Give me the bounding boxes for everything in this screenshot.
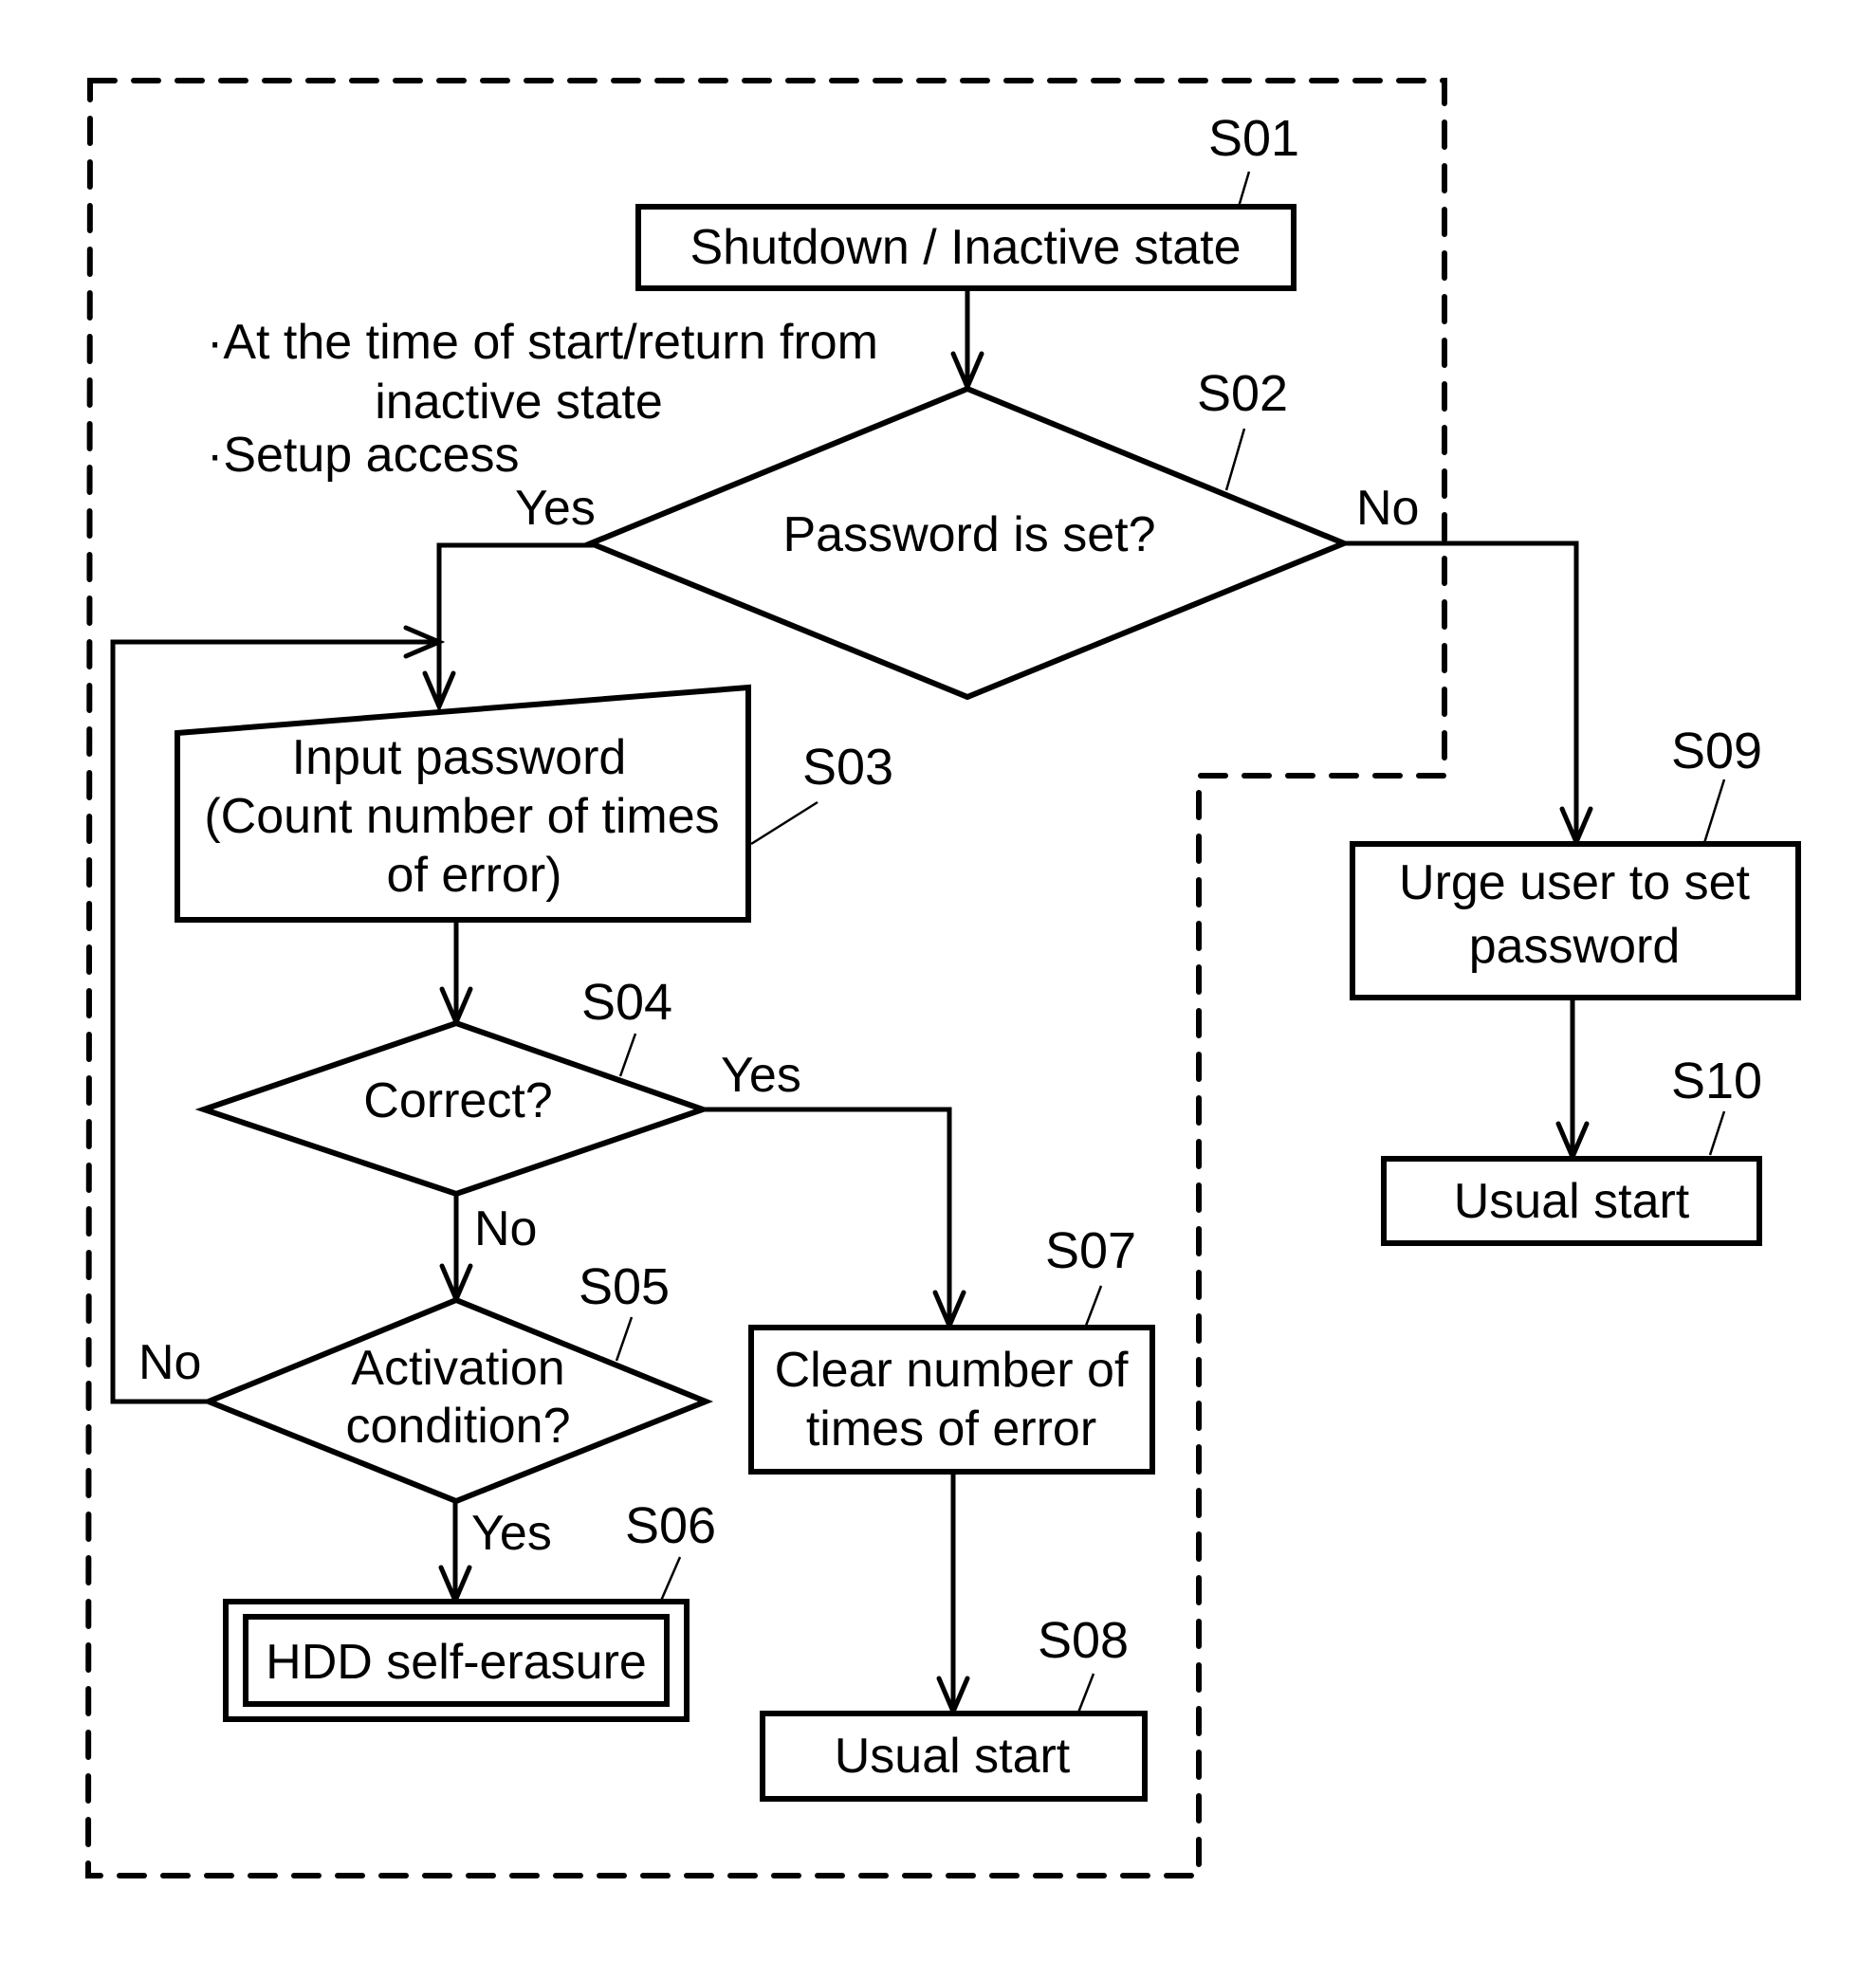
s02-leader <box>1224 428 1246 491</box>
s06-text: HDD self-erasure <box>266 1635 647 1690</box>
region-note: ·At the time of start/return from inacti… <box>207 315 878 483</box>
s09-leader <box>1702 779 1726 844</box>
step-s03: Input password (Count number of times of… <box>175 684 893 923</box>
s04-yes-label: Yes <box>721 1048 801 1103</box>
s04-text: Correct? <box>363 1073 552 1128</box>
s04-leader <box>618 1033 637 1077</box>
region-note-line-2: inactive state <box>375 375 663 430</box>
s10-leader <box>1708 1110 1726 1156</box>
s08-leader <box>1076 1673 1095 1713</box>
step-s04: Correct? S04 <box>194 974 712 1198</box>
edge-s02-s03: Yes <box>422 481 596 713</box>
s08-label: S08 <box>1038 1612 1129 1669</box>
s05-leader <box>615 1316 634 1362</box>
edge-s01-s02 <box>950 285 984 394</box>
s05-text-line-1: Activation <box>351 1341 564 1396</box>
s01-leader <box>1237 171 1251 208</box>
s07-text-line-2: times of error <box>806 1402 1096 1457</box>
s02-yes-label: Yes <box>515 481 596 536</box>
region-note-line-1: ·At the time of start/return from <box>207 315 878 370</box>
edge-s09-s10 <box>1555 995 1590 1164</box>
s01-text: Shutdown / Inactive state <box>690 220 1241 275</box>
s07-leader <box>1084 1285 1103 1327</box>
step-s01: Shutdown / Inactive state S01 <box>635 110 1299 291</box>
s04-no-label: No <box>474 1201 537 1256</box>
edge-s02-s09: No <box>1341 481 1593 849</box>
s08-text: Usual start <box>835 1729 1071 1784</box>
s03-text-line-3: of error) <box>387 848 562 903</box>
region-note-line-3: ·Setup access <box>207 428 520 483</box>
s10-text: Usual start <box>1454 1174 1690 1229</box>
s06-label: S06 <box>625 1497 716 1554</box>
s03-text-line-1: Input password <box>292 730 627 785</box>
s07-text-line-1: Clear number of <box>775 1343 1129 1398</box>
step-s02: Password is set? S02 <box>583 365 1352 701</box>
s06-leader <box>659 1556 682 1602</box>
edge-s04-s05: No <box>439 1191 537 1306</box>
edge-s07-s08 <box>936 1469 970 1718</box>
s02-text: Password is set? <box>782 507 1155 562</box>
edge-s04-s07: Yes <box>700 1048 966 1332</box>
s04-label: S04 <box>581 974 672 1031</box>
edge-s03-s04 <box>439 917 473 1029</box>
s09-text-line-1: Urge user to set <box>1399 855 1750 910</box>
s03-leader <box>750 800 818 846</box>
s05-no-label: No <box>138 1335 201 1390</box>
edge-s05-s06: Yes <box>438 1498 552 1607</box>
s02-no-label: No <box>1356 481 1419 536</box>
s07-label: S07 <box>1045 1222 1136 1279</box>
s03-text-line-2: (Count number of times <box>204 789 719 844</box>
s09-label: S09 <box>1671 723 1762 779</box>
s03-label: S03 <box>802 739 893 796</box>
s05-yes-label: Yes <box>471 1506 552 1561</box>
s09-text-line-2: password <box>1469 919 1681 974</box>
s02-label: S02 <box>1197 365 1288 422</box>
s05-label: S05 <box>579 1258 670 1315</box>
s10-label: S10 <box>1671 1053 1762 1109</box>
flowchart-canvas: ·At the time of start/return from inacti… <box>84 78 1801 1878</box>
s05-text-line-2: condition? <box>345 1399 570 1454</box>
s01-label: S01 <box>1208 110 1299 167</box>
